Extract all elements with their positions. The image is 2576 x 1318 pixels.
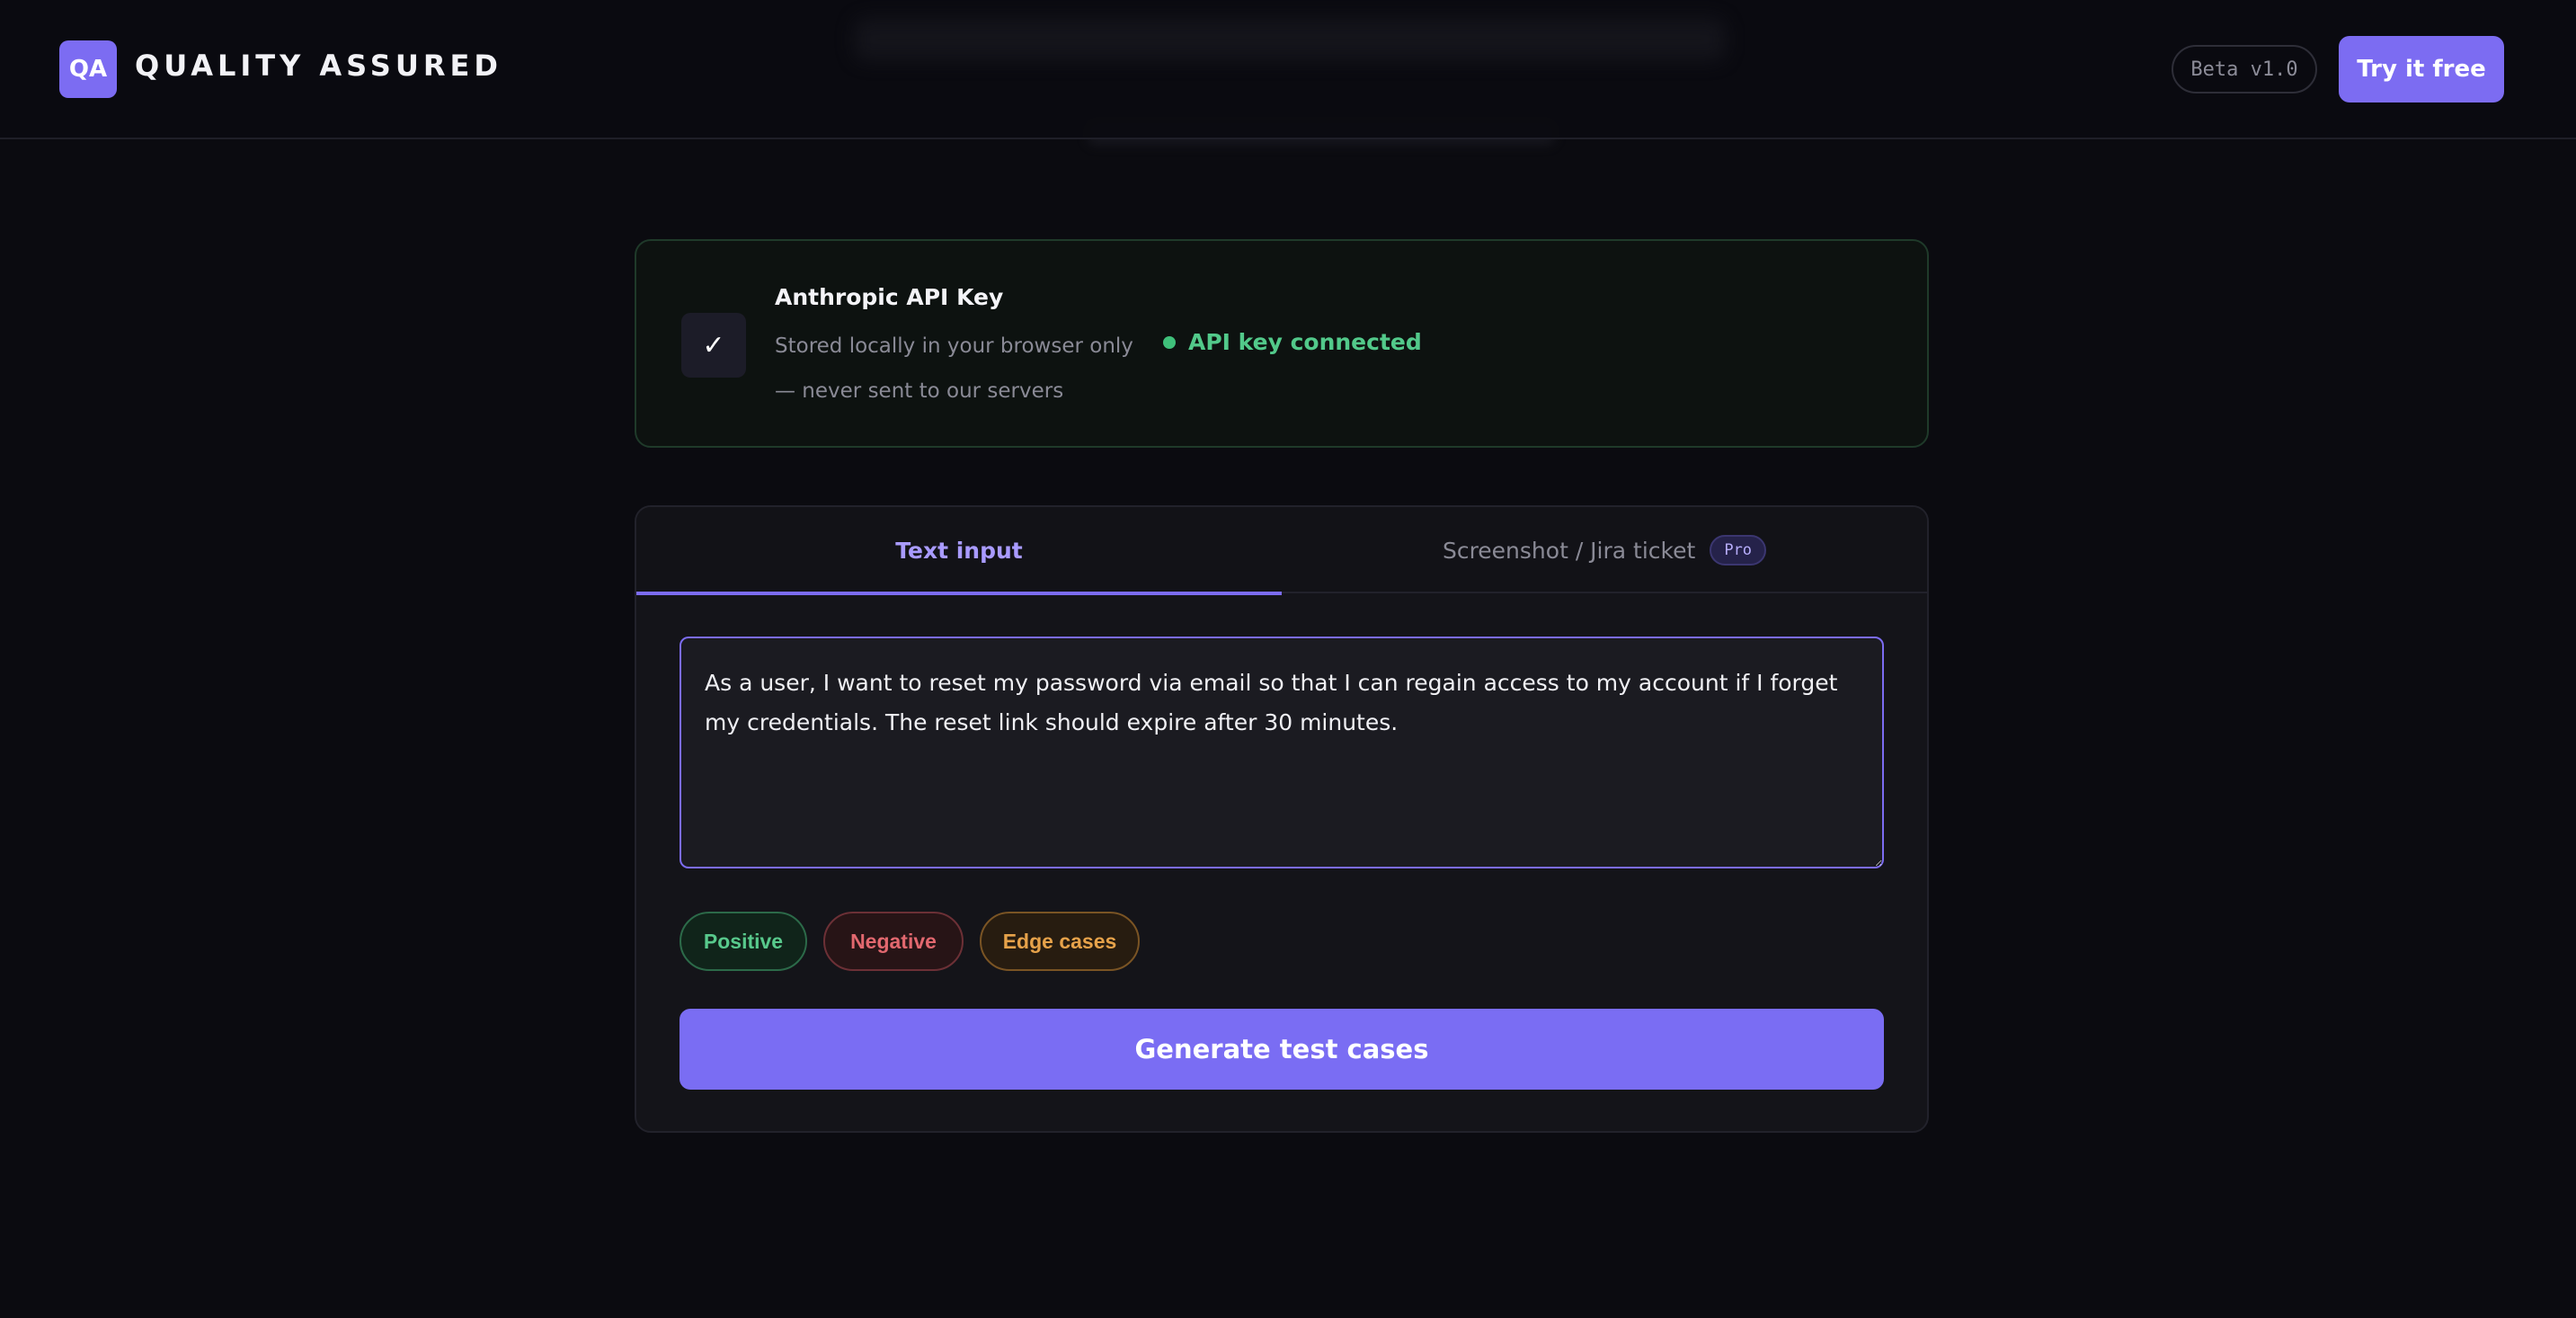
logo[interactable]: QA [59,40,117,98]
tab-text-input-label: Text input [895,537,1023,564]
test-case-generator-card: Text input Screenshot / Jira ticket Pro … [635,505,1929,1133]
brand-name: QUALITY ASSURED [135,49,502,83]
generate-test-cases-button[interactable]: Generate test cases [680,1009,1884,1090]
input-mode-tabs: Text input Screenshot / Jira ticket Pro [636,507,1927,595]
api-key-status: API key connected [1163,329,1422,355]
api-key-status-label: API key connected [1188,329,1422,355]
tab-text-input[interactable]: Text input [636,507,1282,595]
check-icon: ✓ [681,313,746,378]
api-key-card: ✓ Anthropic API Key Stored locally in yo… [635,239,1929,448]
user-story-input[interactable]: As a user, I want to reset my password v… [680,637,1884,868]
filter-negative-chip[interactable]: Negative [823,912,964,971]
filter-positive-chip[interactable]: Positive [680,912,807,971]
tab-screenshot-jira-label: Screenshot / Jira ticket [1442,537,1696,564]
top-navbar: QA QUALITY ASSURED Beta v1.0 Try it free [0,0,2576,139]
try-it-free-button[interactable]: Try it free [2339,36,2504,102]
filter-edge-cases-chip[interactable]: Edge cases [980,912,1140,971]
beta-version-badge: Beta v1.0 [2172,45,2317,94]
api-key-title: Anthropic API Key [775,284,1004,310]
hero-title-blurred [854,18,1726,61]
api-key-description: Stored locally in your browser only — ne… [775,334,1133,403]
pro-badge: Pro [1710,535,1767,565]
page: QA QUALITY ASSURED Beta v1.0 Try it free… [0,0,2576,1318]
status-dot-icon [1163,335,1176,349]
tab-screenshot-jira[interactable]: Screenshot / Jira ticket Pro [1282,507,1927,593]
